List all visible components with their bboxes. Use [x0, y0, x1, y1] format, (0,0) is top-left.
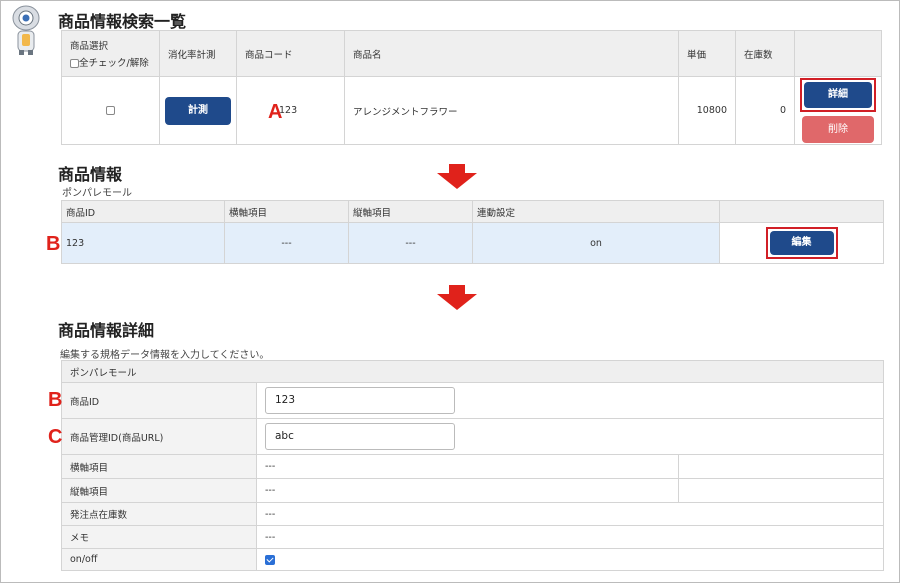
onoff-checkbox[interactable] — [265, 554, 275, 565]
id-label: 商品ID — [61, 382, 257, 419]
info-actions-cell: 編集 — [719, 222, 884, 264]
mgmt-id-field-cell: abc — [256, 418, 884, 455]
mgmt-id-input[interactable]: abc — [265, 423, 455, 450]
select-header-label: 商品選択 — [70, 41, 109, 52]
info-id: 123 — [66, 237, 85, 249]
stock-cell: 0 — [735, 76, 795, 145]
col-header-consumption: 消化率計測 — [159, 30, 237, 77]
info-v-axis: --- — [405, 237, 416, 249]
marker-a: A — [268, 101, 283, 123]
table-header-row: 商品選択 全チェック/解除 消化率計測 商品コード 商品名 単価 在庫数 — [61, 30, 882, 77]
detail-description: 編集する規格データ情報を入力してください。 — [60, 350, 270, 361]
product-stock: 0 — [779, 105, 786, 116]
measure-cell: 計測 — [159, 76, 237, 145]
v-axis-value: --- — [256, 478, 679, 503]
table-header-row: 商品ID 横軸項目 縦軸項目 連動設定 — [61, 200, 884, 223]
name-cell: アレンジメントフラワー — [344, 76, 679, 145]
down-arrow-icon — [437, 285, 477, 310]
h-axis-value: --- — [256, 454, 679, 479]
col-header-select: 商品選択 全チェック/解除 — [61, 30, 160, 77]
onoff-cell — [256, 548, 884, 571]
detail-shop-header: ポンパレモール — [61, 360, 884, 383]
col-header-h-axis: 横軸項目 — [224, 200, 349, 223]
h-axis-extra — [678, 454, 884, 479]
info-h-axis: --- — [281, 237, 292, 249]
memo-value: --- — [256, 525, 884, 549]
col-header-name: 商品名 — [344, 30, 679, 77]
product-detail-table: ポンパレモール 商品ID 123 商品管理ID(商品URL) abc 横軸項目 … — [61, 360, 884, 571]
col-header-link: 連動設定 — [472, 200, 720, 223]
col-header-id: 商品ID — [61, 200, 225, 223]
col-header-actions — [794, 30, 882, 77]
page-title: 商品情報検索一覧 — [58, 12, 187, 31]
col-header-code: 商品コード — [236, 30, 345, 77]
actions-cell: 詳細 削除 — [794, 76, 882, 145]
memo-label: メモ — [61, 525, 257, 549]
section-title-detail: 商品情報詳細 — [58, 321, 155, 340]
mgmt-id-label: 商品管理ID(商品URL) — [61, 418, 257, 455]
col-header-price: 単価 — [678, 30, 736, 77]
product-price: 10800 — [696, 105, 727, 116]
code-cell: 123 — [236, 76, 345, 145]
down-arrow-icon — [437, 164, 477, 189]
edit-button[interactable]: 編集 — [769, 231, 834, 255]
info-shop-name: ポンパレモール — [62, 188, 132, 199]
marker-b-info: B — [46, 233, 61, 255]
info-link-status: on — [590, 237, 602, 249]
info-h-axis-cell: --- — [224, 222, 349, 264]
info-v-axis-cell: --- — [348, 222, 473, 264]
product-search-table: 商品選択 全チェック/解除 消化率計測 商品コード 商品名 単価 在庫数 計測 … — [61, 30, 882, 145]
detail-button[interactable]: 詳細 — [804, 82, 872, 108]
product-info-table: 商品ID 横軸項目 縦軸項目 連動設定 123 --- --- on 編集 — [61, 200, 884, 264]
delete-button[interactable]: 削除 — [802, 116, 874, 143]
section-title-info: 商品情報 — [58, 165, 123, 184]
h-axis-label: 横軸項目 — [61, 454, 257, 479]
col-header-v-axis: 縦軸項目 — [348, 200, 473, 223]
mascot-icon — [12, 5, 40, 55]
detail-highlight: 詳細 — [800, 78, 876, 112]
check-all-checkbox[interactable] — [70, 59, 79, 68]
v-axis-extra — [678, 478, 884, 503]
product-name: アレンジメントフラワー — [353, 106, 458, 118]
table-row: 123 --- --- on 編集 — [61, 222, 884, 264]
table-row: 計測 123 アレンジメントフラワー 10800 0 詳細 削除 — [61, 76, 882, 145]
v-axis-label: 縦軸項目 — [61, 478, 257, 503]
row-select-cell — [61, 76, 160, 145]
measure-button[interactable]: 計測 — [165, 96, 231, 125]
col-header-actions — [719, 200, 884, 223]
product-id-input[interactable]: 123 — [265, 387, 455, 414]
onoff-label: on/off — [61, 548, 257, 571]
info-id-cell: 123 — [61, 222, 225, 264]
col-header-stock: 在庫数 — [735, 30, 795, 77]
check-all-label: 全チェック/解除 — [79, 58, 149, 69]
row-checkbox[interactable] — [106, 106, 115, 115]
info-link-cell: on — [472, 222, 720, 264]
marker-b-detail: B — [48, 389, 63, 411]
edit-highlight: 編集 — [765, 227, 838, 259]
id-field-cell: 123 — [256, 382, 884, 419]
order-point-value: --- — [256, 502, 884, 526]
price-cell: 10800 — [678, 76, 736, 145]
marker-c: C — [48, 426, 63, 448]
order-point-label: 発注点在庫数 — [61, 502, 257, 526]
